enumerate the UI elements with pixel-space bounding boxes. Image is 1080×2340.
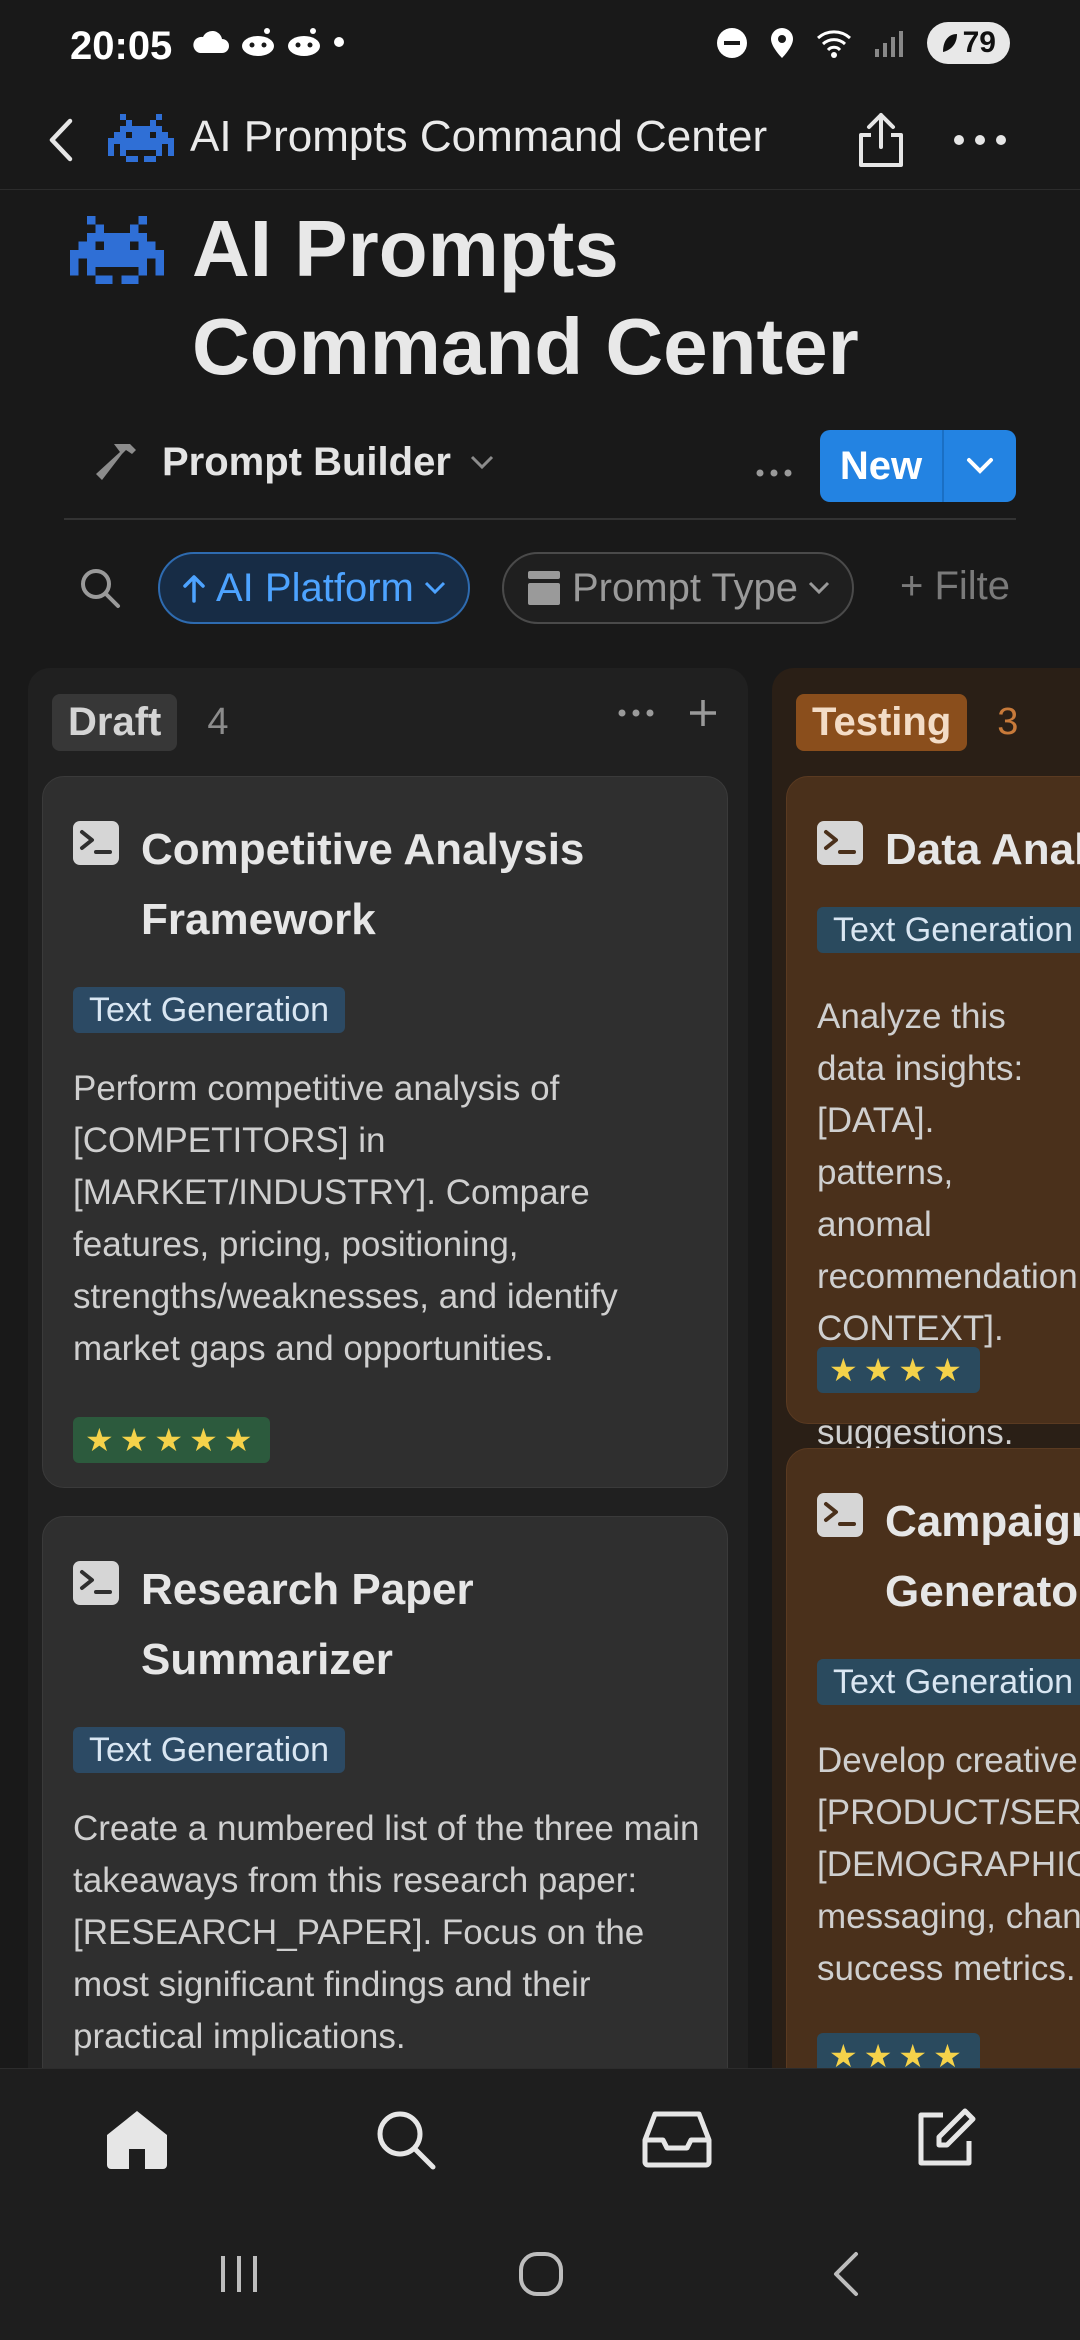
prompt-type-tag: Text Generation [73,1727,346,1773]
column-count: 3 [997,701,1019,743]
new-dropdown-button[interactable] [944,430,1016,502]
space-invader-icon [108,110,174,171]
location-icon [770,28,793,58]
prompt-type-tag: Text Generation [817,1659,1080,1705]
arrow-up-icon [183,575,205,603]
rating-stars: ★★★★ [817,2033,980,2068]
kanban-board: Draft 4 Competitive Analysis Framework T… [0,668,1080,2068]
home-circle-icon [519,2252,563,2296]
column-header: Testing 3 [796,694,1018,751]
search-icon [377,2111,436,2170]
top-app-bar: AI Prompts Command Center [0,90,1080,190]
column-header: Draft 4 [52,694,228,751]
system-icons: 79 [715,22,1010,64]
page-icon-space-invader[interactable] [70,215,164,290]
nav-inbox-button[interactable] [632,2099,722,2179]
new-button-group: New [820,430,1016,502]
reddit-icon [288,28,320,56]
terminal-icon [817,821,863,870]
hammer-icon [96,444,136,480]
cloud-icon [193,30,229,53]
filter-chip-label: Prompt Type [572,565,799,610]
prompt-type-tag: Text Generation [817,907,1080,953]
view-name: Prompt Builder [162,439,451,484]
card-description: Perform competitive analysis of [COMPETI… [73,1069,618,1368]
card-title: Campaign Generator [885,1497,1080,1616]
top-bar-title[interactable]: AI Prompts Command Center [190,112,767,162]
status-pill[interactable]: Testing [796,694,968,751]
search-button[interactable] [78,566,122,615]
back-arrow-icon [834,2252,858,2296]
recent-apps-icon [221,2256,257,2292]
board-card[interactable]: Competitive Analysis Framework Text Gene… [42,776,728,1488]
chevron-down-icon [470,455,493,470]
prompt-type-tag: Text Generation [73,987,346,1033]
leaf-icon [942,34,957,52]
filter-chip-label: AI Platform [216,565,414,610]
wifi-icon [816,30,851,58]
home-icon [107,2111,167,2169]
terminal-icon [73,821,119,870]
page-title[interactable]: AI Prompts Command Center [192,200,1032,396]
back-system-button[interactable] [800,2238,890,2310]
status-bar: 20:05 79 [0,0,1080,90]
card-title: Competitive Analysis Framework [141,825,585,944]
database-view-bar: Prompt Builder New [64,428,1016,520]
chevron-down-icon [424,581,445,595]
more-horizontal-icon[interactable] [618,709,654,717]
dot-icon [334,37,344,47]
filter-chip-ai-platform[interactable]: AI Platform [158,552,470,624]
share-button[interactable] [846,100,916,180]
search-icon [81,569,120,608]
nav-compose-button[interactable] [900,2099,990,2179]
rating-stars: ★★★★ [817,1347,980,1393]
recent-apps-button[interactable] [194,2238,284,2310]
compose-icon [918,2108,976,2166]
card-description: Develop creative [PRODUCT/SERV [DEMOGRAP… [817,1741,1080,1988]
more-horizontal-icon [954,135,1006,145]
nav-search-button[interactable] [360,2099,450,2179]
back-button[interactable] [30,108,90,172]
terminal-icon [817,1493,863,1542]
nav-home-button[interactable] [92,2099,182,2179]
board-column-testing: Testing 3 Data Anal Text Generation Anal… [772,668,1080,2068]
filter-chip-prompt-type[interactable]: Prompt Type [502,552,855,624]
rating-stars: ★★★★★ [73,1417,271,1463]
board-column-draft: Draft 4 Competitive Analysis Framework T… [28,668,748,2068]
layers-icon [528,571,560,605]
share-icon [859,113,903,167]
do-not-disturb-icon [716,28,747,58]
card-title: Research Paper Summarizer [141,1565,474,1684]
inbox-icon [642,2111,712,2168]
chevron-left-icon [49,118,73,162]
home-system-button[interactable] [496,2238,586,2310]
reddit-icon [242,28,274,56]
new-button[interactable]: New [820,430,944,502]
bottom-navigation [0,2068,1080,2208]
board-card[interactable]: Data Anal Text Generation Analyze this d… [786,776,1080,1452]
signal-icon [874,31,903,57]
chevron-down-icon [808,581,830,595]
column-count: 4 [207,701,229,743]
battery-level: 79 [962,26,996,59]
filter-bar: AI Platform Prompt Type + Filte [0,552,1080,624]
status-pill[interactable]: Draft [52,694,178,751]
board-card[interactable]: Research Paper Summarizer Text Generatio… [42,1516,728,2068]
chevron-down-icon [967,458,993,474]
status-time: 20:05 [70,24,173,68]
view-options-button[interactable] [744,448,804,498]
more-horizontal-icon [756,469,792,477]
battery-indicator: 79 [926,22,1010,64]
more-options-button[interactable] [948,100,1012,180]
column-actions [618,698,718,728]
notification-icons [192,26,346,58]
terminal-icon [73,1561,119,1610]
card-description: Create a numbered list of the three main… [73,1809,700,2056]
add-filter-button[interactable]: + Filte [900,564,1010,609]
view-selector[interactable]: Prompt Builder [94,438,495,486]
card-title: Data Anal [885,825,1080,874]
system-navigation-bar [0,2208,1080,2340]
board-card[interactable]: Campaign Generator Text Generation Devel… [786,1448,1080,2068]
plus-icon[interactable] [688,698,718,728]
